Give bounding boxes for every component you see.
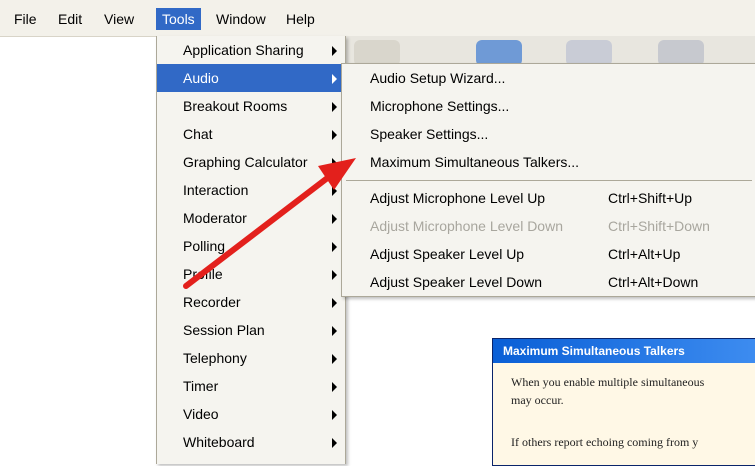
menu-item-label: Video: [183, 406, 219, 422]
shortcut-label: Ctrl+Shift+Up: [608, 190, 693, 206]
menu-item-interaction[interactable]: Interaction: [157, 176, 345, 204]
dialog-title: Maximum Simultaneous Talkers: [503, 344, 685, 358]
menu-item-label: Session Plan: [183, 322, 265, 338]
audio-setup-wizard-item[interactable]: Audio Setup Wizard...: [342, 64, 755, 92]
submenu-arrow-icon: [332, 74, 337, 84]
menu-edit[interactable]: Edit: [52, 8, 88, 30]
dialog-title-bar[interactable]: Maximum Simultaneous Talkers: [493, 339, 755, 363]
menu-item-label: Application Sharing: [183, 42, 304, 58]
menu-item-polling[interactable]: Polling: [157, 232, 345, 260]
submenu-arrow-icon: [332, 186, 337, 196]
menu-view[interactable]: View: [98, 8, 140, 30]
menu-item-label: Audio: [183, 70, 219, 86]
menu-item-label: Graphing Calculator: [183, 154, 308, 170]
submenu-arrow-icon: [332, 46, 337, 56]
menu-item-graphing-calculator[interactable]: Graphing Calculator: [157, 148, 345, 176]
adjust-microphone-down-item: Adjust Microphone Level Down Ctrl+Shift+D…: [342, 212, 755, 240]
dialog-text: When you enable multiple simultaneous: [511, 375, 705, 389]
menu-separator: [346, 180, 752, 181]
menu-item-video[interactable]: Video: [157, 400, 345, 428]
menu-item-whiteboard[interactable]: Whiteboard: [157, 428, 345, 456]
menu-item-timer[interactable]: Timer: [157, 372, 345, 400]
adjust-speaker-up-item[interactable]: Adjust Speaker Level Up Ctrl+Alt+Up: [342, 240, 755, 268]
dialog-text: may occur.: [511, 393, 564, 407]
submenu-arrow-icon: [332, 298, 337, 308]
menu-item-label: Recorder: [183, 294, 241, 310]
toolbar: [340, 36, 755, 66]
menu-item-chat[interactable]: Chat: [157, 120, 345, 148]
menu-item-profile[interactable]: Profile: [157, 260, 345, 288]
menu-item-label: Adjust Speaker Level Up: [370, 246, 525, 262]
menu-item-label: Telephony: [183, 350, 247, 366]
submenu-arrow-icon: [332, 270, 337, 280]
menu-item-label: Interaction: [183, 182, 249, 198]
submenu-arrow-icon: [332, 102, 337, 112]
menu-item-label: Speaker Settings...: [370, 126, 489, 142]
menu-help[interactable]: Help: [280, 8, 321, 30]
submenu-arrow-icon: [332, 326, 337, 336]
menu-item-label: Adjust Speaker Level Down: [370, 274, 542, 290]
menu-item-label: Chat: [183, 126, 213, 142]
menu-item-session-plan[interactable]: Session Plan: [157, 316, 345, 344]
audio-submenu: Audio Setup Wizard... Microphone Setting…: [341, 63, 755, 297]
menu-item-moderator[interactable]: Moderator: [157, 204, 345, 232]
menu-item-telephony[interactable]: Telephony: [157, 344, 345, 372]
menu-item-label: Adjust Microphone Level Up: [370, 190, 546, 206]
submenu-arrow-icon: [332, 410, 337, 420]
submenu-arrow-icon: [332, 158, 337, 168]
menu-item-recorder[interactable]: Recorder: [157, 288, 345, 316]
tools-menu: Application Sharing Audio Breakout Rooms…: [156, 36, 346, 464]
menu-item-label: Maximum Simultaneous Talkers...: [370, 154, 580, 170]
shortcut-label: Ctrl+Shift+Down: [608, 218, 710, 234]
menu-item-label: Adjust Microphone Level Down: [370, 218, 563, 234]
menu-item-label: Microphone Settings...: [370, 98, 510, 114]
submenu-arrow-icon: [332, 130, 337, 140]
menu-item-label: Whiteboard: [183, 434, 255, 450]
shortcut-label: Ctrl+Alt+Up: [608, 246, 681, 262]
menu-window[interactable]: Window: [210, 8, 272, 30]
menu-item-label: Timer: [183, 378, 219, 394]
adjust-microphone-up-item[interactable]: Adjust Microphone Level Up Ctrl+Shift+Up: [342, 184, 755, 212]
submenu-arrow-icon: [332, 242, 337, 252]
menu-item-label: Audio Setup Wizard...: [370, 70, 506, 86]
adjust-speaker-down-item[interactable]: Adjust Speaker Level Down Ctrl+Alt+Down: [342, 268, 755, 296]
menu-item-audio[interactable]: Audio: [157, 64, 345, 92]
submenu-arrow-icon: [332, 354, 337, 364]
menu-item-label: Moderator: [183, 210, 247, 226]
dialog-body: When you enable multiple simultaneous ma…: [493, 363, 755, 465]
submenu-arrow-icon: [332, 382, 337, 392]
menu-item-breakout-rooms[interactable]: Breakout Rooms: [157, 92, 345, 120]
shortcut-label: Ctrl+Alt+Down: [608, 274, 699, 290]
dialog-text: If others report echoing coming from y: [511, 435, 699, 449]
microphone-settings-item[interactable]: Microphone Settings...: [342, 92, 755, 120]
menu-bar: File Edit View Tools Window Help: [0, 0, 755, 37]
speaker-settings-item[interactable]: Speaker Settings...: [342, 120, 755, 148]
submenu-arrow-icon: [332, 214, 337, 224]
menu-tools[interactable]: Tools: [156, 8, 201, 30]
menu-item-application-sharing[interactable]: Application Sharing: [157, 36, 345, 64]
menu-item-label: Profile: [183, 266, 223, 282]
menu-file[interactable]: File: [8, 8, 43, 30]
submenu-arrow-icon: [332, 438, 337, 448]
max-talkers-dialog: Maximum Simultaneous Talkers When you en…: [492, 338, 755, 466]
menu-item-label: Breakout Rooms: [183, 98, 288, 114]
maximum-simultaneous-talkers-item[interactable]: Maximum Simultaneous Talkers...: [342, 148, 755, 176]
menu-item-label: Polling: [183, 238, 226, 254]
